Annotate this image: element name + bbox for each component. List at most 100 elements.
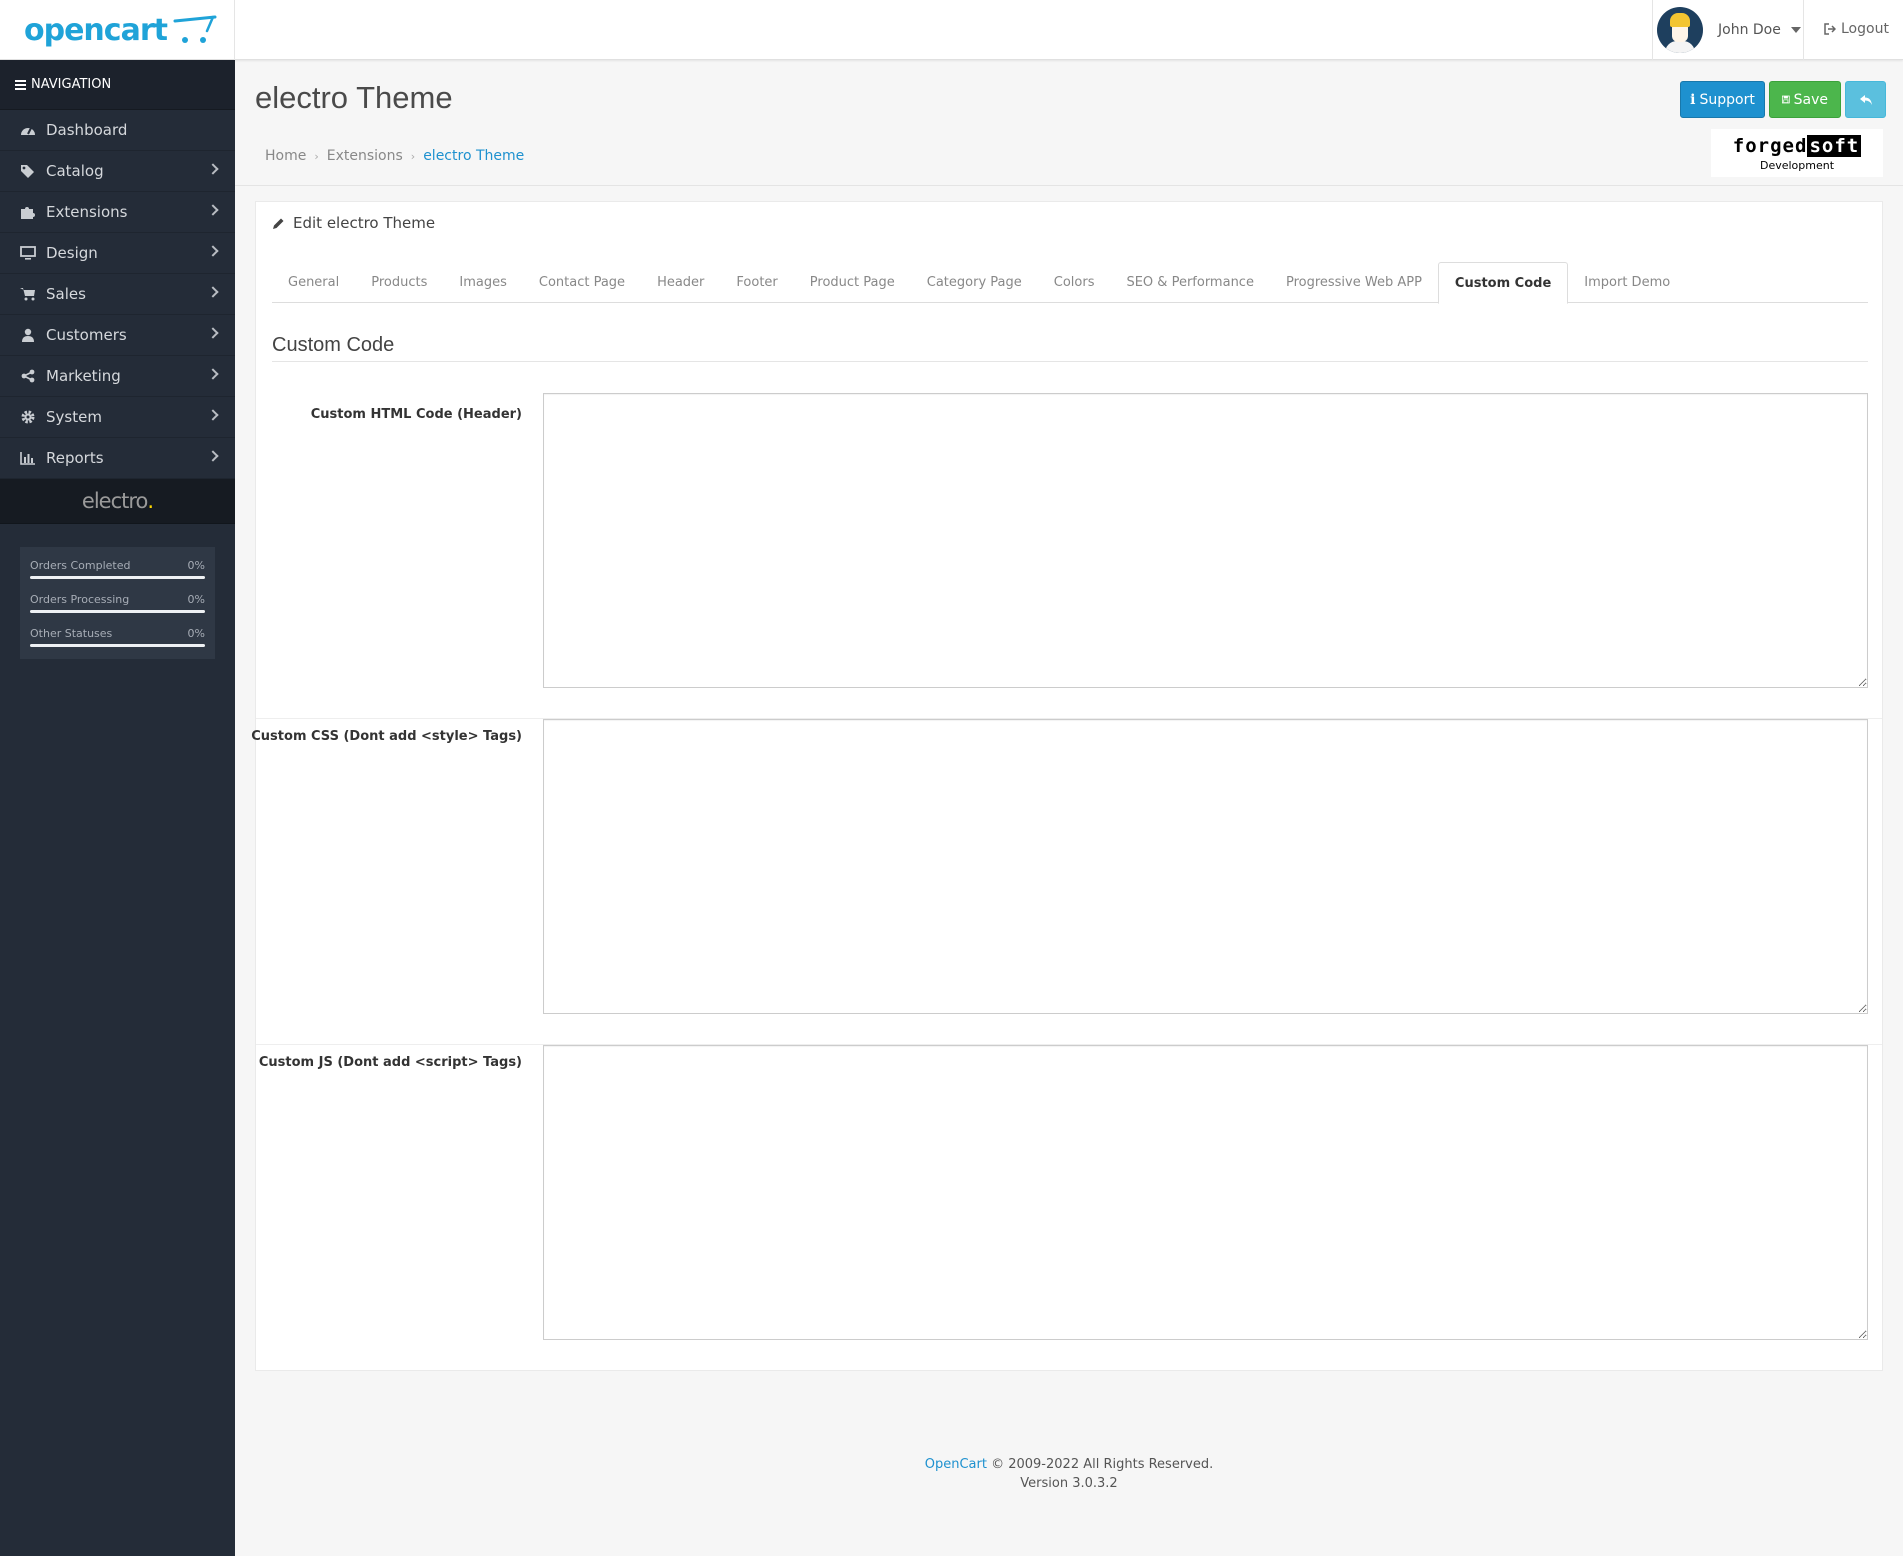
- stat-label: Orders Completed: [30, 559, 131, 572]
- tab-images[interactable]: Images: [443, 262, 523, 303]
- save-button[interactable]: Save: [1769, 81, 1841, 118]
- reply-icon: [1859, 94, 1872, 105]
- tab-progressive-web-app[interactable]: Progressive Web APP: [1270, 262, 1438, 303]
- page-title: electro Theme: [255, 80, 453, 115]
- sidebar-item-label: Design: [46, 244, 98, 262]
- tab-products[interactable]: Products: [355, 262, 443, 303]
- copyright-text: © 2009-2022 All Rights Reserved.: [991, 1457, 1214, 1472]
- vendor-logo-part2: soft: [1807, 134, 1862, 157]
- chevron-right-icon: [207, 368, 219, 380]
- custom-js-textarea[interactable]: [543, 1045, 1868, 1340]
- tab-header[interactable]: Header: [641, 262, 720, 303]
- support-label: Support: [1699, 91, 1755, 108]
- sidebar-item-label: System: [46, 408, 102, 426]
- tab-seo-performance[interactable]: SEO & Performance: [1110, 262, 1269, 303]
- info-icon: i: [1690, 91, 1696, 108]
- chevron-right-icon: [207, 409, 219, 421]
- breadcrumb-home[interactable]: Home: [265, 148, 306, 164]
- logout-link[interactable]: Logout: [1824, 21, 1889, 37]
- custom-html-textarea[interactable]: [543, 393, 1868, 688]
- sidebar-item-customers[interactable]: Customers: [0, 315, 235, 356]
- forgedsoft-logo: forged soft Development: [1711, 129, 1883, 177]
- opencart-link[interactable]: OpenCart: [925, 1457, 987, 1472]
- header-divider: [234, 0, 235, 60]
- sidebar-item-sales[interactable]: Sales: [0, 274, 235, 315]
- form-group-custom-css: Custom CSS (Dont add <style> Tags): [251, 719, 1882, 1045]
- breadcrumb-extensions[interactable]: Extensions: [327, 148, 403, 164]
- sign-out-icon: [1824, 23, 1836, 35]
- save-label: Save: [1793, 91, 1828, 108]
- action-buttons: i Support Save: [1680, 81, 1886, 118]
- custom-html-label: Custom HTML Code (Header): [310, 407, 522, 422]
- stat-label: Orders Processing: [30, 593, 130, 606]
- brand-text: electro: [81, 489, 148, 513]
- section-divider: [272, 361, 1868, 362]
- sidebar-item-label: Extensions: [46, 203, 128, 221]
- tags-icon: [18, 163, 38, 179]
- sidebar-item-label: Catalog: [46, 162, 104, 180]
- back-button[interactable]: [1845, 81, 1886, 118]
- sidebar-item-dashboard[interactable]: Dashboard: [0, 110, 235, 151]
- cart-icon: [18, 286, 38, 302]
- user-icon: [18, 327, 38, 343]
- footer: OpenCart © 2009-2022 All Rights Reserved…: [235, 1455, 1903, 1493]
- tab-footer[interactable]: Footer: [720, 262, 793, 303]
- edit-panel: Edit electro Theme General Products Imag…: [251, 201, 1883, 1371]
- avatar: [1657, 7, 1703, 53]
- vendor-logo-part1: forged: [1732, 134, 1808, 157]
- tab-general[interactable]: General: [272, 262, 355, 303]
- bar-chart-icon: [18, 450, 38, 466]
- breadcrumb-separator: ›: [410, 149, 416, 163]
- opencart-logo[interactable]: opencart: [24, 12, 217, 48]
- sidebar-item-extensions[interactable]: Extensions: [0, 192, 235, 233]
- electro-brand-logo: electro.: [0, 479, 235, 524]
- stat-row: Orders Processing 0%: [30, 593, 205, 627]
- sidebar-item-catalog[interactable]: Catalog: [0, 151, 235, 192]
- vendor-logo-sub: Development: [1759, 158, 1835, 172]
- divider: [235, 185, 1903, 186]
- tab-custom-code[interactable]: Custom Code: [1437, 262, 1569, 304]
- tab-product-page[interactable]: Product Page: [794, 262, 911, 303]
- tab-colors[interactable]: Colors: [1038, 262, 1111, 303]
- save-icon: [1782, 95, 1790, 104]
- logo-text: opencart: [24, 12, 168, 48]
- navigation-header[interactable]: NAVIGATION: [0, 60, 235, 110]
- chevron-right-icon: [207, 245, 219, 257]
- cog-icon: [18, 409, 38, 425]
- custom-css-label: Custom CSS (Dont add <style> Tags): [251, 729, 522, 744]
- stat-value: 0%: [187, 627, 205, 640]
- chevron-right-icon: [207, 327, 219, 339]
- dashboard-icon: [18, 122, 38, 138]
- cart-logo-icon: [173, 15, 217, 43]
- sidebar-item-design[interactable]: Design: [0, 233, 235, 274]
- tab-bar: General Products Images Contact Page Hea…: [272, 262, 1868, 304]
- sidebar-item-system[interactable]: System: [0, 397, 235, 438]
- progress-bar: [30, 610, 205, 613]
- panel-heading: Edit electro Theme: [272, 214, 435, 232]
- version-text: Version 3.0.3.2: [1020, 1476, 1118, 1491]
- sidebar-item-reports[interactable]: Reports: [0, 438, 235, 479]
- support-button[interactable]: i Support: [1680, 81, 1765, 118]
- stat-label: Other Statuses: [30, 627, 113, 640]
- breadcrumb: Home › Extensions › electro Theme: [265, 148, 524, 164]
- pencil-icon: [273, 218, 284, 229]
- tab-category-page[interactable]: Category Page: [911, 262, 1038, 303]
- logout-label: Logout: [1841, 21, 1889, 37]
- sidebar-item-label: Sales: [46, 285, 86, 303]
- breadcrumb-current[interactable]: electro Theme: [423, 148, 524, 164]
- chevron-right-icon: [207, 204, 219, 216]
- tab-contact-page[interactable]: Contact Page: [523, 262, 641, 303]
- share-icon: [18, 368, 38, 384]
- form-group-custom-js: Custom JS (Dont add <script> Tags): [256, 1045, 1882, 1371]
- sidebar-item-label: Dashboard: [46, 121, 128, 139]
- stat-value: 0%: [187, 559, 205, 572]
- tab-import-demo[interactable]: Import Demo: [1568, 262, 1686, 303]
- sidebar-item-marketing[interactable]: Marketing: [0, 356, 235, 397]
- puzzle-icon: [18, 204, 38, 220]
- monitor-icon: [18, 245, 38, 261]
- custom-css-textarea[interactable]: [543, 719, 1868, 1014]
- custom-js-label: Custom JS (Dont add <script> Tags): [258, 1055, 522, 1070]
- user-menu[interactable]: John Doe: [1652, 0, 1804, 60]
- sidebar-item-label: Reports: [46, 449, 104, 467]
- sidebar-item-label: Customers: [46, 326, 127, 344]
